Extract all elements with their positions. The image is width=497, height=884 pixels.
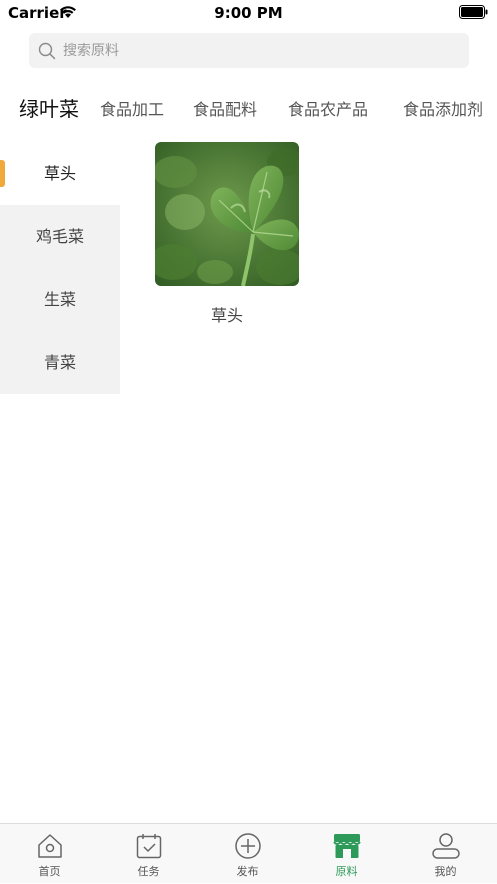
tab-category-shipinpeiliao[interactable]: 食品配料 — [193, 88, 257, 132]
tab-category-shipinjiagong[interactable]: 食品加工 — [100, 88, 164, 132]
tab-category-shipinnongchanpin[interactable]: 食品农产品 — [288, 88, 368, 132]
tab-label: 我的 — [434, 865, 457, 878]
search-input[interactable] — [63, 33, 453, 68]
tab-publish[interactable]: 发布 — [198, 824, 297, 884]
tab-mine[interactable]: 我的 — [396, 824, 495, 884]
tab-tasks[interactable]: 任务 — [99, 824, 198, 884]
active-indicator — [0, 160, 5, 187]
tab-label: 首页 — [38, 865, 61, 878]
product-image — [155, 142, 299, 286]
plus-circle-icon — [234, 833, 261, 859]
battery-icon — [459, 5, 488, 19]
product-name: 草头 — [210, 306, 243, 325]
tab-category-lvyecai[interactable]: 绿叶菜 — [19, 88, 79, 132]
search-box[interactable] — [29, 33, 469, 68]
search-icon — [38, 42, 56, 60]
status-bar: Carrier 9:00 PM — [0, 0, 497, 26]
subcategory-label: 草头 — [43, 164, 76, 183]
subcategory-label: 鸡毛菜 — [35, 227, 84, 246]
tab-label: 发布 — [236, 865, 259, 878]
tab-label: 任务 — [137, 865, 160, 878]
home-icon — [37, 834, 62, 858]
subcategory-list: 草头 鸡毛菜 生菜 青菜 — [0, 142, 120, 394]
tab-materials[interactable]: 原料 — [297, 824, 396, 884]
tab-category-shipintianjiaji[interactable]: 食品添加剂 — [403, 88, 483, 132]
subcategory-item-jimaocai[interactable]: 鸡毛菜 — [0, 205, 120, 268]
subcategory-label: 生菜 — [43, 290, 76, 309]
calendar-check-icon — [136, 834, 161, 859]
store-icon — [332, 834, 361, 858]
subcategory-item-caotou[interactable]: 草头 — [0, 142, 120, 205]
category-tabs: 绿叶菜 食品加工 食品配料 食品农产品 食品添加剂 — [0, 88, 497, 132]
subcategory-item-qingcai[interactable]: 青菜 — [0, 331, 120, 394]
tab-label: 原料 — [335, 865, 358, 878]
clock: 9:00 PM — [214, 4, 283, 22]
subcategory-item-shengcai[interactable]: 生菜 — [0, 268, 120, 331]
user-icon — [431, 833, 460, 859]
product-card[interactable]: 草头 — [155, 142, 299, 326]
subcategory-label: 青菜 — [43, 353, 76, 372]
bottom-tab-bar: 首页 任务 发布 原料 我的 — [0, 823, 497, 883]
tab-home[interactable]: 首页 — [0, 824, 99, 884]
